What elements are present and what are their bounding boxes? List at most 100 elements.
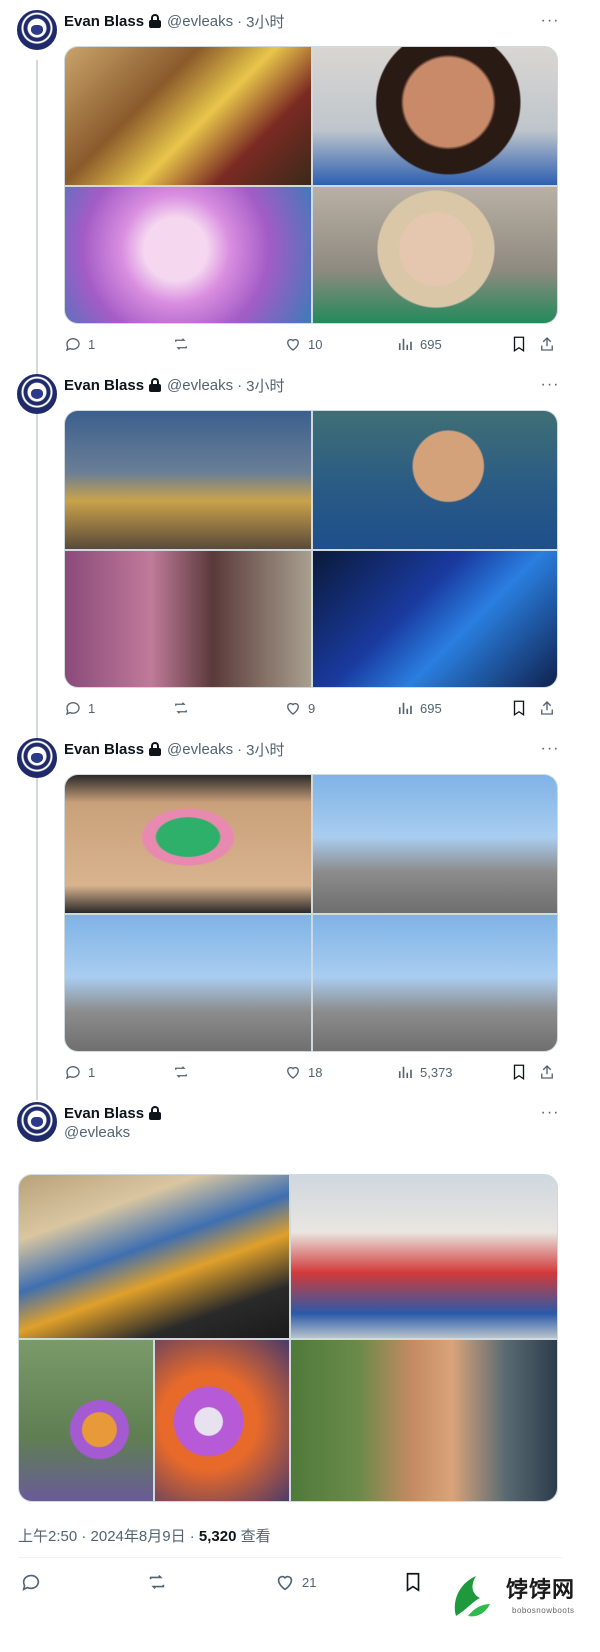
repost-button[interactable] (146, 1572, 174, 1592)
photo-woman-bouquet[interactable] (19, 1340, 153, 1501)
views-count: 5,320 (198, 1528, 237, 1545)
photo-man-car-neon[interactable] (313, 551, 557, 687)
reply-icon (65, 1066, 80, 1080)
views-button[interactable]: 5,373 (396, 1062, 453, 1082)
media-grid (18, 1174, 558, 1502)
like-button[interactable]: 18 (284, 1062, 322, 1082)
photo-flower-macro[interactable] (65, 187, 311, 323)
avatar[interactable] (17, 738, 57, 778)
reply-button[interactable] (20, 1572, 48, 1592)
author-name[interactable]: Evan Blass (64, 377, 144, 394)
media-grid (64, 410, 558, 688)
more-options-icon[interactable]: ··· (540, 375, 560, 395)
more-options-icon[interactable]: ··· (540, 1103, 560, 1123)
reply-count: 1 (88, 700, 96, 716)
bookmark-button[interactable] (510, 334, 534, 354)
avatar[interactable] (17, 374, 57, 414)
share-icon (541, 701, 553, 715)
divider (18, 1557, 562, 1558)
tweet-header: Evan Blass (64, 1103, 167, 1123)
views-button[interactable]: 695 (396, 334, 442, 354)
author-name[interactable]: Evan Blass (64, 1105, 144, 1122)
lock-icon (149, 1106, 162, 1120)
reply-button[interactable]: 1 (64, 698, 95, 718)
tweet-timestamp[interactable]: 上午2:50 · 2024年8月9日 · (18, 1528, 199, 1545)
share-button[interactable] (538, 334, 562, 354)
tweet-actions: 1 18 5,373 (64, 1062, 558, 1082)
reply-button[interactable]: 1 (64, 1062, 95, 1082)
analytics-icon (398, 338, 412, 350)
like-button[interactable]: 21 (274, 1572, 316, 1592)
views-count: 695 (420, 700, 442, 716)
views-count: 695 (420, 336, 442, 352)
like-count: 9 (308, 700, 316, 716)
like-count: 18 (308, 1064, 323, 1080)
reply-count: 1 (88, 1064, 96, 1080)
thread-line (36, 60, 38, 1100)
more-options-icon[interactable]: ··· (540, 739, 560, 759)
bookmark-button[interactable] (402, 1572, 430, 1592)
like-button[interactable]: 9 (284, 698, 315, 718)
heart-icon (287, 1066, 299, 1079)
photo-couple-street[interactable] (65, 411, 311, 549)
heart-icon (287, 338, 299, 351)
author-handle[interactable]: @evleaks (64, 1124, 130, 1141)
like-button[interactable]: 10 (284, 334, 322, 354)
lock-icon (149, 14, 162, 28)
media-grid (64, 46, 558, 324)
separator: · (237, 12, 243, 30)
like-count: 21 (302, 1574, 317, 1590)
avatar[interactable] (17, 1102, 57, 1142)
separator: · (237, 376, 243, 394)
photo-friends-collage[interactable] (65, 551, 311, 687)
repost-icon (149, 1574, 165, 1590)
bookmark-icon (513, 336, 525, 353)
share-button[interactable] (538, 698, 562, 718)
photo-group-wall-2[interactable] (65, 915, 311, 1051)
views-count: 5,373 (420, 1064, 453, 1080)
bookmark-button[interactable] (510, 1062, 534, 1082)
repost-button[interactable] (172, 698, 196, 718)
photo-couple-sitting[interactable] (65, 47, 311, 185)
photo-flowers-closeup[interactable] (155, 1340, 289, 1501)
repost-button[interactable] (172, 1062, 196, 1082)
photo-woman-smiling[interactable] (313, 411, 557, 549)
reply-icon (22, 1574, 40, 1591)
author-handle[interactable]: @evleaks (167, 377, 233, 394)
share-button[interactable] (538, 1062, 562, 1082)
watermark-logo-icon (454, 1576, 490, 1617)
repost-button[interactable] (172, 334, 196, 354)
tweet-time[interactable]: 3小时 (246, 739, 284, 760)
analytics-icon (398, 702, 412, 714)
author-handle[interactable]: @evleaks (167, 13, 233, 30)
watermark-text: 饽饽网 (506, 1578, 576, 1603)
author-handle[interactable]: @evleaks (167, 741, 233, 758)
tweet-actions: 1 9 695 (64, 698, 558, 718)
author-name[interactable]: Evan Blass (64, 741, 144, 758)
tweet-header: Evan Blass @evleaks · 3小时 (64, 739, 284, 759)
photo-group-wall-1[interactable] (313, 775, 557, 913)
bookmark-icon (513, 700, 525, 717)
timestamp-line: 上午2:50 · 2024年8月9日 · 5,320 查看 (18, 1525, 271, 1546)
photo-woman-sunglasses[interactable] (313, 187, 557, 323)
heart-icon (287, 702, 299, 715)
bookmark-icon (406, 1572, 420, 1592)
photo-paper-squirrel[interactable] (65, 775, 311, 913)
media-grid (64, 774, 558, 1052)
tweet-time[interactable]: 3小时 (246, 11, 284, 32)
reply-count: 1 (88, 336, 96, 352)
tweet-time[interactable]: 3小时 (246, 375, 284, 396)
photo-group-wall-3[interactable] (313, 915, 557, 1051)
photo-friends-jersey[interactable] (291, 1175, 557, 1338)
views-button[interactable]: 695 (396, 698, 442, 718)
more-options-icon[interactable]: ··· (540, 11, 560, 31)
repost-icon (175, 338, 187, 350)
bookmark-button[interactable] (510, 698, 534, 718)
photo-woman-portrait[interactable] (313, 47, 557, 185)
photo-group-bench[interactable] (19, 1175, 289, 1338)
avatar[interactable] (17, 10, 57, 50)
photo-friends-hug[interactable] (291, 1340, 557, 1501)
author-name[interactable]: Evan Blass (64, 13, 144, 30)
reply-button[interactable]: 1 (64, 334, 95, 354)
views-label: 查看 (236, 1528, 271, 1545)
